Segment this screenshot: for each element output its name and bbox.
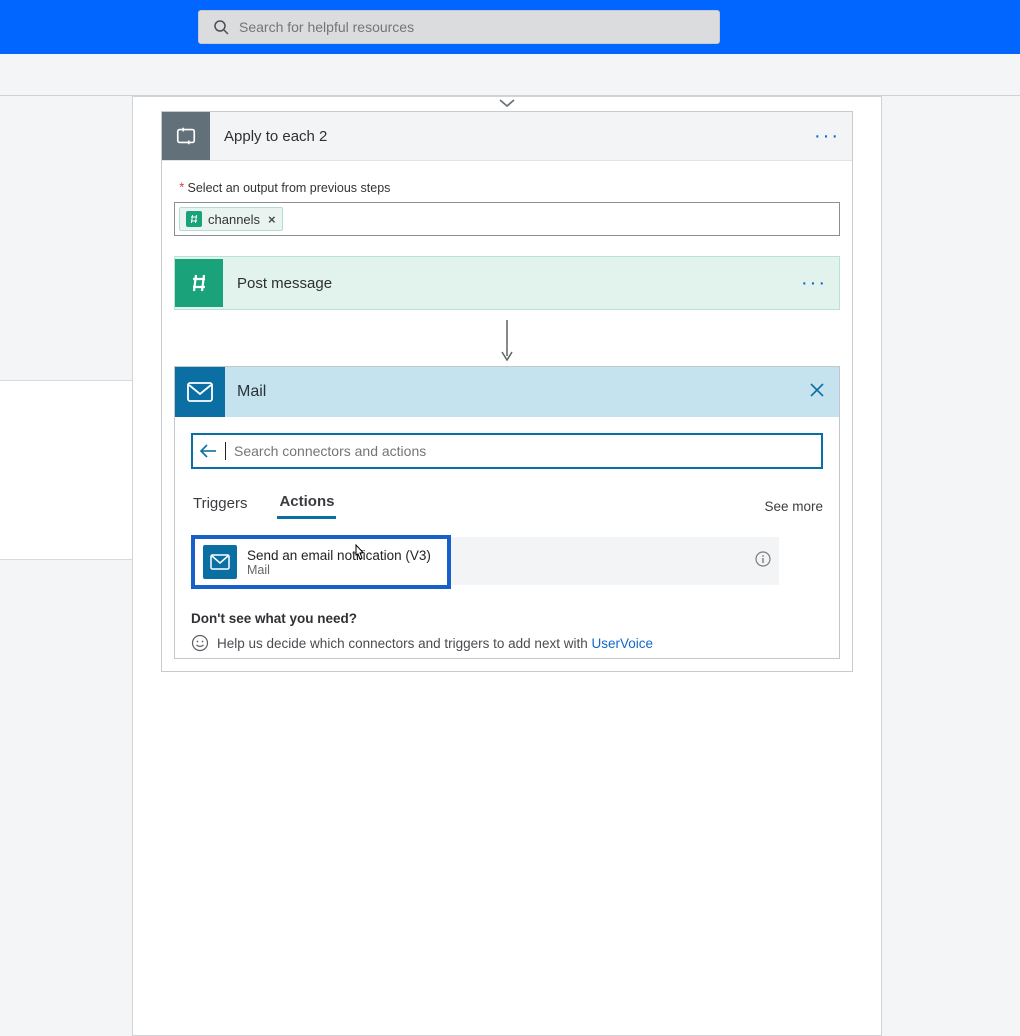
post-message-title: Post message	[223, 275, 799, 292]
global-search[interactable]	[198, 10, 720, 44]
uservoice-link[interactable]: UserVoice	[591, 636, 653, 651]
slack-hash-icon	[175, 259, 223, 307]
search-icon	[213, 19, 229, 35]
global-search-input[interactable]	[239, 19, 719, 35]
post-message-menu-button[interactable]: ···	[799, 272, 839, 295]
flow-canvas: Apply to each 2 ··· *Select an output fr…	[132, 96, 882, 1036]
action-title: Send an email notification (V3)	[247, 548, 431, 563]
connector-search[interactable]	[191, 433, 823, 469]
picker-close-button[interactable]	[795, 381, 839, 404]
output-from-previous-input[interactable]: channels ×	[174, 202, 840, 236]
apply-to-each-menu-button[interactable]: ···	[812, 125, 852, 148]
tab-triggers[interactable]: Triggers	[191, 495, 249, 518]
tab-actions[interactable]: Actions	[277, 493, 336, 519]
help-question: Don't see what you need?	[191, 611, 823, 626]
see-more-link[interactable]: See more	[764, 499, 823, 514]
highlighted-action: Send an email notification (V3) Mail	[191, 535, 451, 589]
help-block: Don't see what you need? Help us decide …	[191, 611, 823, 652]
mail-action-icon	[203, 545, 237, 579]
back-arrow-icon[interactable]	[199, 443, 217, 459]
apply-to-each-step[interactable]: Apply to each 2 ··· *Select an output fr…	[161, 111, 853, 672]
connector-picker: Mail	[174, 366, 840, 659]
token-label: channels	[208, 212, 260, 227]
top-bar	[0, 0, 1020, 54]
picker-tabs: Triggers Actions See more	[191, 493, 823, 519]
token-channels[interactable]: channels ×	[179, 207, 283, 231]
token-remove-icon[interactable]: ×	[268, 212, 276, 227]
flow-arrow-icon	[168, 320, 846, 364]
output-from-previous-label: *Select an output from previous steps	[178, 181, 846, 196]
pointer-cursor-icon	[350, 543, 368, 565]
picker-header: Mail	[175, 367, 839, 417]
mail-icon	[175, 367, 225, 417]
ribbon-bar	[0, 54, 1020, 96]
picker-title: Mail	[225, 383, 795, 401]
required-star-icon: *	[178, 182, 186, 196]
info-icon[interactable]	[755, 551, 771, 572]
post-message-step[interactable]: Post message ···	[174, 256, 840, 310]
help-text: Help us decide which connectors and trig…	[217, 636, 591, 651]
smile-icon	[191, 634, 209, 652]
side-panel	[0, 380, 148, 560]
hash-icon	[186, 211, 202, 227]
apply-to-each-title: Apply to each 2	[210, 128, 812, 145]
connector-search-input[interactable]	[234, 443, 815, 459]
apply-to-each-icon	[162, 112, 210, 160]
text-caret	[225, 442, 226, 460]
action-subtitle: Mail	[247, 563, 431, 577]
